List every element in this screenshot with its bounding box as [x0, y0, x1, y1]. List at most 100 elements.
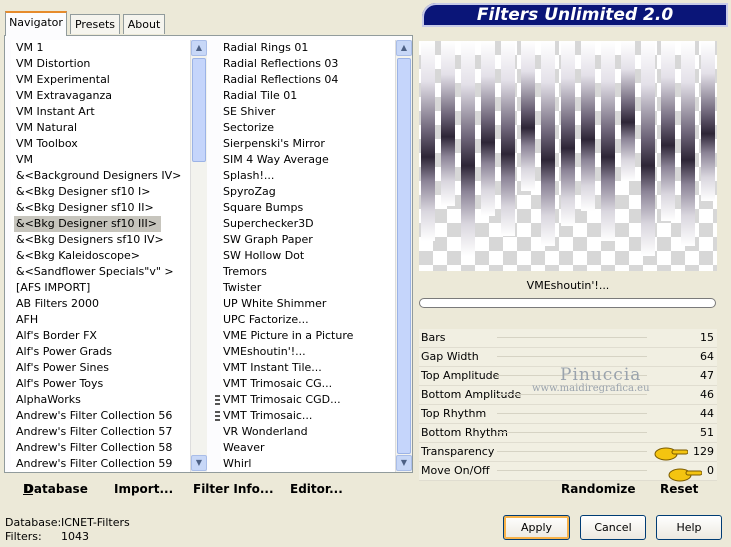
param-value[interactable]: 64 — [700, 348, 714, 366]
param-row[interactable]: Bottom Rhythm 51 — [419, 424, 717, 443]
reset-button[interactable]: Reset — [660, 478, 698, 500]
scroll-thumb[interactable] — [397, 58, 411, 454]
cancel-button[interactable]: Cancel — [580, 515, 646, 540]
category-item[interactable]: AFH — [14, 312, 193, 328]
category-item[interactable]: &<Background Designers IV> — [14, 168, 193, 184]
param-value[interactable]: 15 — [700, 329, 714, 347]
filter-item[interactable]: Superchecker3D — [221, 216, 395, 232]
param-slider[interactable] — [497, 356, 647, 357]
filter-item[interactable]: Radial Tile 01 — [221, 88, 395, 104]
category-item[interactable]: Andrew's Filter Collection 56 — [14, 408, 193, 424]
filter-item[interactable]: SpyroZag — [221, 184, 395, 200]
filter-item[interactable]: SW Hollow Dot — [221, 248, 395, 264]
category-item[interactable]: &<Bkg Designer sf10 III> — [14, 216, 162, 232]
filter-item[interactable]: VMT Trimosaic CGD... — [221, 392, 395, 408]
filter-item[interactable]: Square Bumps — [221, 200, 395, 216]
filter-item[interactable]: SW Graph Paper — [221, 232, 395, 248]
randomize-button[interactable]: Randomize — [561, 478, 635, 500]
filter-item[interactable]: Twister — [221, 280, 395, 296]
filter-item[interactable]: VMT Instant Tile... — [221, 360, 395, 376]
category-item[interactable]: Alf's Power Sines — [14, 360, 193, 376]
import-button[interactable]: Import... — [114, 478, 173, 500]
param-value[interactable]: 129 — [693, 443, 714, 461]
filter-item[interactable]: UP White Shimmer — [221, 296, 395, 312]
param-slider[interactable] — [497, 413, 647, 414]
param-slider[interactable] — [497, 470, 647, 471]
param-slider[interactable] — [497, 394, 647, 395]
param-value[interactable]: 47 — [700, 367, 714, 385]
editor-button[interactable]: Editor... — [290, 478, 343, 500]
tab-navigator[interactable]: Navigator — [5, 11, 67, 36]
category-item[interactable]: [AFS IMPORT] — [14, 280, 193, 296]
category-item[interactable]: VM Toolbox — [14, 136, 193, 152]
filter-item[interactable]: SE Shiver — [221, 104, 395, 120]
category-item[interactable]: AlphaWorks — [14, 392, 193, 408]
category-item[interactable]: VM Instant Art — [14, 104, 193, 120]
filter-item[interactable]: Weaver — [221, 440, 395, 456]
apply-button[interactable]: Apply — [503, 515, 570, 540]
scroll-down-icon[interactable]: ▼ — [191, 455, 207, 471]
filter-item-label: Splash!... — [223, 169, 275, 182]
category-list[interactable]: VM 1 VM Distortion VM Experimental VM Extra… — [11, 40, 193, 472]
category-item[interactable]: &<Sandflower Specials"v" > — [14, 264, 193, 280]
category-item[interactable]: Andrew's Filter Collection 57 — [14, 424, 193, 440]
scroll-up-icon[interactable]: ▲ — [191, 40, 207, 56]
database-button[interactable]: DDatabase — [23, 478, 88, 500]
filter-item[interactable]: VMT Trimosaic... — [221, 408, 395, 424]
category-item[interactable]: VM Distortion — [14, 56, 193, 72]
scroll-thumb[interactable] — [192, 58, 206, 162]
pointing-hand-icon — [654, 445, 689, 461]
filter-item[interactable]: SIM 4 Way Average — [221, 152, 395, 168]
category-item[interactable]: VM 1 — [14, 40, 193, 56]
category-item[interactable]: Alf's Power Grads — [14, 344, 193, 360]
category-item[interactable]: Andrew's Filter Collection 58 — [14, 440, 193, 456]
tab-about[interactable]: About — [123, 14, 165, 34]
filter-item[interactable]: VMEshoutin'!... — [221, 344, 395, 360]
category-item[interactable]: &<Bkg Designer sf10 II> — [14, 200, 193, 216]
filter-item[interactable]: Whirl — [221, 456, 395, 472]
param-value[interactable]: 44 — [700, 405, 714, 423]
category-item[interactable]: VM Experimental — [14, 72, 193, 88]
category-item[interactable]: Alf's Power Toys — [14, 376, 193, 392]
category-scrollbar[interactable]: ▲ ▼ — [190, 40, 207, 472]
category-item[interactable]: Andrew's Filter Collection 59 — [14, 456, 193, 472]
param-row[interactable]: Top Rhythm 44 — [419, 405, 717, 424]
filter-item[interactable]: Tremors — [221, 264, 395, 280]
filter-item[interactable]: Radial Rings 01 — [221, 40, 395, 56]
param-slider[interactable] — [497, 432, 647, 433]
category-item[interactable]: VM — [14, 152, 193, 168]
filter-item[interactable]: VR Wonderland — [221, 424, 395, 440]
filter-item[interactable]: Splash!... — [221, 168, 395, 184]
grip-icon — [215, 411, 220, 423]
category-item[interactable]: Alf's Border FX — [14, 328, 193, 344]
param-row[interactable]: Bars 15 — [419, 329, 717, 348]
preview-bar — [441, 41, 455, 206]
scroll-up-icon[interactable]: ▲ — [396, 40, 412, 56]
filter-item[interactable]: UPC Factorize... — [221, 312, 395, 328]
param-value[interactable]: 46 — [700, 386, 714, 404]
param-value[interactable]: 51 — [700, 424, 714, 442]
filter-item[interactable]: Radial Reflections 03 — [221, 56, 395, 72]
category-item[interactable]: VM Extravaganza — [14, 88, 193, 104]
category-item[interactable]: &<Bkg Kaleidoscope> — [14, 248, 193, 264]
param-slider[interactable] — [497, 451, 647, 452]
tab-presets[interactable]: Presets — [70, 14, 120, 34]
category-item[interactable]: VM Natural — [14, 120, 193, 136]
scroll-down-icon[interactable]: ▼ — [396, 455, 412, 471]
filter-item[interactable]: Sectorize — [221, 120, 395, 136]
filter-item[interactable]: Sierpenski's Mirror — [221, 136, 395, 152]
filter-info-button[interactable]: Filter Info... — [193, 478, 274, 500]
filter-scrollbar[interactable]: ▲ ▼ — [395, 40, 412, 472]
filter-list[interactable]: Radial Rings 01 Radial Reflections 03 Radi… — [221, 40, 395, 472]
category-item[interactable]: AB Filters 2000 — [14, 296, 193, 312]
filter-item[interactable]: VME Picture in a Picture — [221, 328, 395, 344]
help-button[interactable]: Help — [656, 515, 722, 540]
filter-item[interactable]: Radial Reflections 04 — [221, 72, 395, 88]
category-item[interactable]: &<Bkg Designers sf10 IV> — [14, 232, 193, 248]
category-item[interactable]: &<Bkg Designer sf10 I> — [14, 184, 193, 200]
param-slider[interactable] — [497, 337, 647, 338]
preview-bar — [641, 41, 655, 256]
filter-item-label: SW Graph Paper — [223, 233, 313, 246]
param-value[interactable]: 0 — [707, 462, 714, 480]
filter-item[interactable]: VMT Trimosaic CG... — [221, 376, 395, 392]
